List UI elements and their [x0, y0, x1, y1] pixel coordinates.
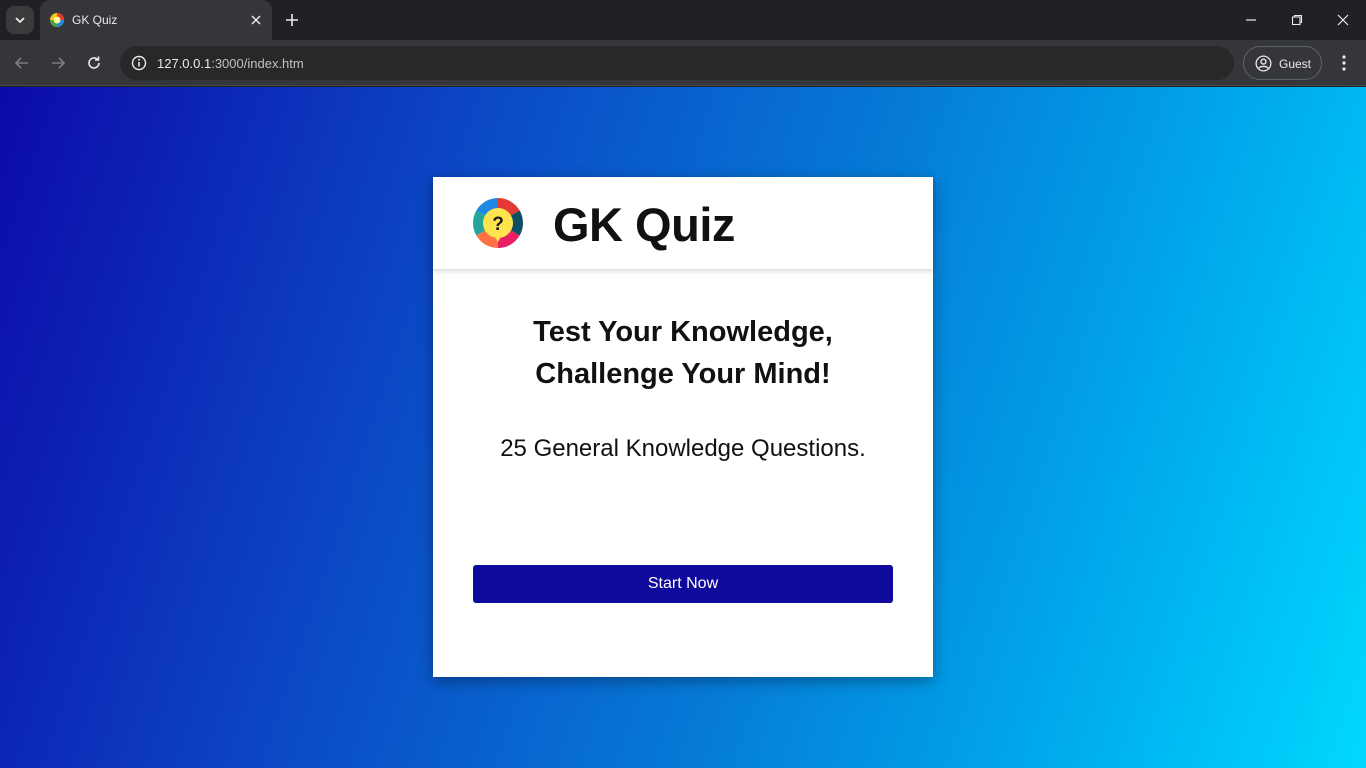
card-header: ? GK Quiz — [433, 177, 933, 270]
minimize-button[interactable] — [1239, 8, 1263, 32]
question-count-text: 25 General Knowledge Questions. — [500, 435, 866, 462]
info-icon — [131, 55, 147, 71]
close-window-button[interactable] — [1331, 8, 1355, 32]
reload-button[interactable] — [82, 51, 106, 75]
new-tab-button[interactable] — [280, 8, 304, 32]
site-info-button[interactable] — [127, 51, 151, 75]
headline: Test Your Knowledge, Challenge Your Mind… — [433, 311, 933, 395]
url-path: :3000/index.htm — [211, 56, 304, 71]
start-now-button[interactable]: Start Now — [473, 565, 893, 603]
plus-icon — [286, 14, 298, 26]
chevron-down-icon — [15, 17, 25, 24]
arrow-right-icon — [52, 57, 66, 69]
close-icon — [251, 15, 261, 25]
more-vertical-icon — [1342, 55, 1346, 71]
browser-toolbar: 127.0.0.1:3000/index.htm Guest — [0, 40, 1366, 86]
headline-line-2: Challenge Your Mind! — [535, 358, 831, 390]
quiz-favicon-icon — [50, 13, 64, 27]
restore-button[interactable] — [1285, 8, 1309, 32]
svg-text:?: ? — [492, 214, 504, 235]
browser-menu-button[interactable] — [1332, 51, 1356, 75]
restore-icon — [1291, 14, 1303, 26]
tab-strip: GK Quiz — [0, 0, 1366, 40]
url-host: 127.0.0.1 — [157, 56, 212, 71]
back-button[interactable] — [10, 51, 34, 75]
page-background: ? GK Quiz Test Your Knowledge, Challenge… — [0, 87, 1366, 768]
arrow-left-icon — [14, 57, 28, 69]
profile-button[interactable]: Guest — [1243, 46, 1322, 80]
minimize-icon — [1246, 19, 1256, 21]
tab-title: GK Quiz — [72, 13, 118, 27]
quiz-card: ? GK Quiz Test Your Knowledge, Challenge… — [433, 177, 933, 677]
page-title: GK Quiz — [553, 198, 735, 251]
address-bar[interactable]: 127.0.0.1:3000/index.htm — [120, 46, 1234, 80]
question-wheel-icon: ? — [473, 198, 523, 248]
tab-close-button[interactable] — [246, 10, 266, 30]
forward-button[interactable] — [46, 51, 70, 75]
headline-line-1: Test Your Knowledge, — [533, 316, 833, 348]
tab-search-button[interactable] — [6, 6, 34, 34]
reload-icon — [88, 56, 100, 69]
active-tab[interactable]: GK Quiz — [40, 0, 272, 40]
url-text[interactable]: 127.0.0.1:3000/index.htm — [157, 56, 304, 71]
close-icon — [1337, 14, 1349, 26]
profile-label: Guest — [1279, 57, 1312, 71]
account-circle-icon — [1255, 55, 1272, 72]
